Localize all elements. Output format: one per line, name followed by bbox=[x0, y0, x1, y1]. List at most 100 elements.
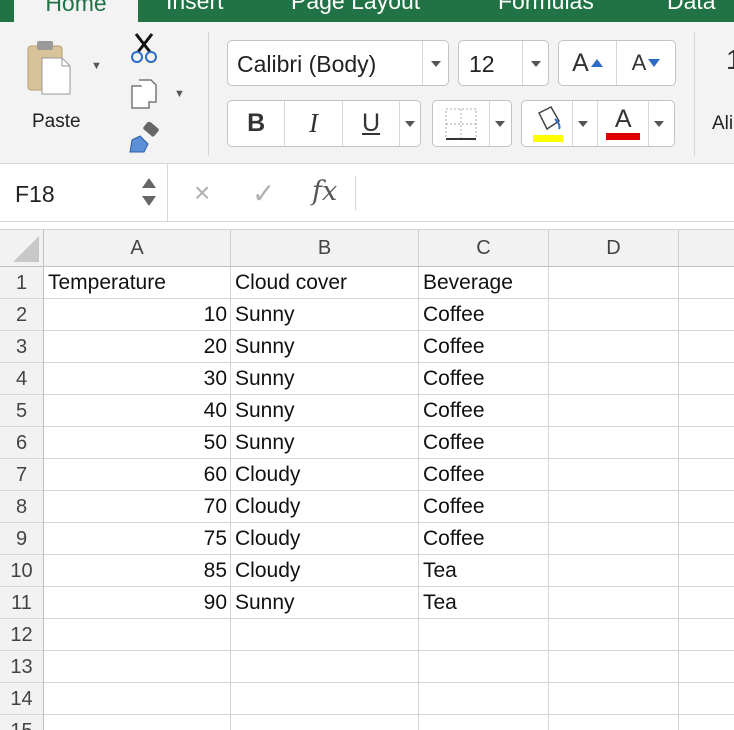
table-cell[interactable] bbox=[679, 587, 734, 619]
row-header[interactable]: 10 bbox=[0, 555, 44, 587]
table-cell[interactable] bbox=[549, 587, 679, 619]
table-cell[interactable] bbox=[549, 427, 679, 459]
column-header-b[interactable]: B bbox=[231, 229, 419, 267]
column-header-partial[interactable] bbox=[679, 229, 734, 267]
table-cell[interactable]: 75 bbox=[44, 523, 231, 555]
bold-button[interactable]: B bbox=[228, 101, 286, 146]
table-cell[interactable]: 20 bbox=[44, 331, 231, 363]
table-cell[interactable]: 60 bbox=[44, 459, 231, 491]
table-cell[interactable] bbox=[231, 619, 419, 651]
row-header[interactable]: 1 bbox=[0, 267, 44, 299]
copy-dropdown-icon[interactable]: ▼ bbox=[174, 88, 185, 100]
table-cell[interactable]: Sunny bbox=[231, 395, 419, 427]
table-cell[interactable] bbox=[679, 363, 734, 395]
table-cell[interactable] bbox=[679, 491, 734, 523]
table-cell[interactable]: Coffee bbox=[419, 523, 549, 555]
table-cell[interactable] bbox=[549, 651, 679, 683]
tab-insert[interactable]: Insert bbox=[166, 0, 224, 15]
table-cell[interactable] bbox=[679, 523, 734, 555]
row-header[interactable]: 2 bbox=[0, 299, 44, 331]
chevron-down-icon[interactable] bbox=[522, 41, 548, 85]
fill-color-button[interactable] bbox=[522, 101, 574, 146]
name-box-stepper-icon[interactable] bbox=[140, 172, 158, 212]
increase-font-size-button[interactable]: A bbox=[559, 41, 618, 85]
table-cell[interactable] bbox=[679, 299, 734, 331]
table-cell[interactable] bbox=[679, 651, 734, 683]
table-cell[interactable]: Cloud cover bbox=[231, 267, 419, 299]
table-cell[interactable]: Temperature bbox=[44, 267, 231, 299]
table-cell[interactable] bbox=[549, 619, 679, 651]
table-cell[interactable]: Coffee bbox=[419, 459, 549, 491]
table-cell[interactable] bbox=[549, 523, 679, 555]
table-cell[interactable]: Cloudy bbox=[231, 491, 419, 523]
table-cell[interactable]: Tea bbox=[419, 587, 549, 619]
name-box[interactable]: F18 bbox=[0, 164, 168, 221]
row-header[interactable]: 14 bbox=[0, 683, 44, 715]
table-cell[interactable]: Coffee bbox=[419, 395, 549, 427]
format-painter-icon[interactable] bbox=[128, 121, 162, 159]
table-cell[interactable] bbox=[231, 683, 419, 715]
table-cell[interactable] bbox=[679, 331, 734, 363]
table-cell[interactable]: Coffee bbox=[419, 331, 549, 363]
table-cell[interactable]: Beverage bbox=[419, 267, 549, 299]
row-header[interactable]: 7 bbox=[0, 459, 44, 491]
row-header[interactable]: 15 bbox=[0, 715, 44, 730]
table-cell[interactable]: Coffee bbox=[419, 491, 549, 523]
table-cell[interactable]: Coffee bbox=[419, 363, 549, 395]
copy-icon[interactable] bbox=[130, 78, 160, 115]
table-cell[interactable] bbox=[679, 267, 734, 299]
fill-color-dropdown-icon[interactable] bbox=[573, 101, 599, 146]
table-cell[interactable]: 10 bbox=[44, 299, 231, 331]
table-cell[interactable]: Cloudy bbox=[231, 459, 419, 491]
tab-formulas[interactable]: Formulas bbox=[498, 0, 594, 15]
table-cell[interactable] bbox=[549, 267, 679, 299]
select-all-corner[interactable] bbox=[0, 229, 44, 267]
table-cell[interactable]: 50 bbox=[44, 427, 231, 459]
alignment-label[interactable]: Ali bbox=[712, 113, 733, 135]
table-cell[interactable] bbox=[44, 619, 231, 651]
table-cell[interactable] bbox=[44, 683, 231, 715]
cancel-icon[interactable]: × bbox=[194, 177, 210, 209]
column-header-c[interactable]: C bbox=[419, 229, 549, 267]
table-cell[interactable]: Sunny bbox=[231, 363, 419, 395]
table-cell[interactable] bbox=[549, 491, 679, 523]
table-cell[interactable]: 85 bbox=[44, 555, 231, 587]
row-header[interactable]: 5 bbox=[0, 395, 44, 427]
table-cell[interactable] bbox=[419, 651, 549, 683]
table-cell[interactable]: Coffee bbox=[419, 299, 549, 331]
table-cell[interactable] bbox=[679, 683, 734, 715]
borders-dropdown-icon[interactable] bbox=[490, 101, 511, 146]
row-header[interactable]: 12 bbox=[0, 619, 44, 651]
table-cell[interactable] bbox=[679, 619, 734, 651]
tab-page-layout[interactable]: Page Layout bbox=[291, 0, 420, 15]
table-cell[interactable] bbox=[679, 427, 734, 459]
underline-button[interactable]: U bbox=[343, 101, 401, 146]
column-header-d[interactable]: D bbox=[549, 229, 679, 267]
font-color-button[interactable]: A bbox=[598, 101, 650, 146]
cut-scissors-icon[interactable] bbox=[128, 32, 160, 69]
table-cell[interactable] bbox=[44, 715, 231, 730]
table-cell[interactable] bbox=[44, 651, 231, 683]
font-size-select[interactable]: 12 bbox=[458, 40, 549, 86]
table-cell[interactable]: Cloudy bbox=[231, 555, 419, 587]
font-name-select[interactable]: Calibri (Body) bbox=[227, 40, 449, 86]
table-cell[interactable] bbox=[549, 331, 679, 363]
table-cell[interactable]: 30 bbox=[44, 363, 231, 395]
table-cell[interactable]: 70 bbox=[44, 491, 231, 523]
borders-button[interactable] bbox=[433, 101, 490, 146]
table-cell[interactable]: Sunny bbox=[231, 427, 419, 459]
italic-button[interactable]: I bbox=[285, 101, 343, 146]
table-cell[interactable] bbox=[549, 683, 679, 715]
table-cell[interactable] bbox=[419, 619, 549, 651]
table-cell[interactable] bbox=[549, 555, 679, 587]
table-cell[interactable]: 90 bbox=[44, 587, 231, 619]
font-color-dropdown-icon[interactable] bbox=[649, 101, 674, 146]
table-cell[interactable]: 40 bbox=[44, 395, 231, 427]
column-header-a[interactable]: A bbox=[44, 229, 231, 267]
table-cell[interactable] bbox=[679, 459, 734, 491]
table-cell[interactable]: Tea bbox=[419, 555, 549, 587]
paste-label[interactable]: Paste bbox=[32, 111, 81, 133]
table-cell[interactable]: Coffee bbox=[419, 427, 549, 459]
table-cell[interactable] bbox=[549, 395, 679, 427]
tab-home[interactable]: Home bbox=[14, 0, 138, 22]
